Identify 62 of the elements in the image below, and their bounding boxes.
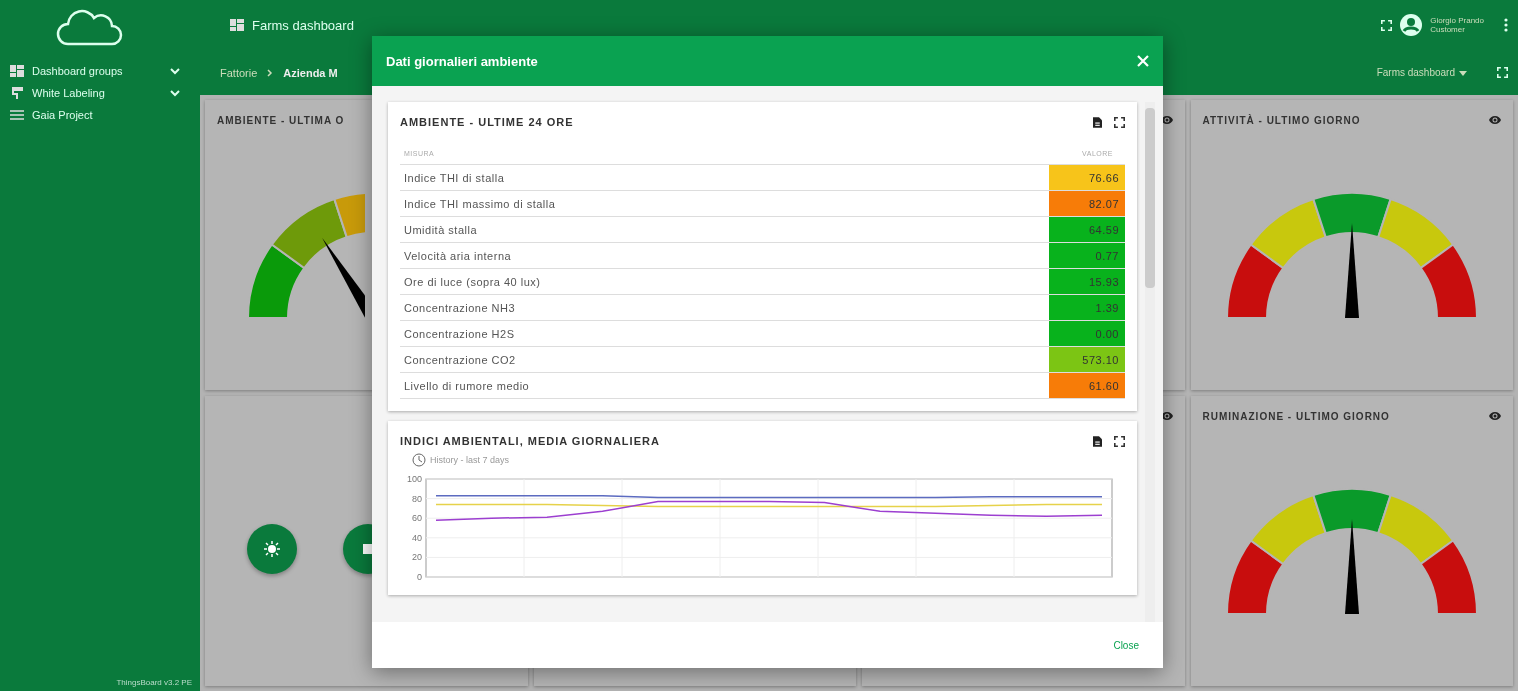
sun-icon — [264, 541, 280, 557]
clock-icon — [412, 453, 426, 467]
avatar-icon[interactable] — [1400, 14, 1423, 36]
file-icon[interactable] — [1093, 116, 1102, 128]
table-cell: Indice THI di stalla — [400, 164, 1049, 191]
sidebar-item[interactable]: White Labeling — [0, 84, 200, 102]
time-range-label: History - last 7 days — [430, 455, 510, 465]
axis-tick-label: 100 — [406, 474, 422, 484]
breadcrumb-item[interactable]: Fattorie — [220, 66, 258, 79]
user-role: Customer — [1430, 25, 1466, 34]
paint-roller-icon — [10, 87, 24, 99]
dashboard-icon — [230, 19, 244, 31]
eye-icon[interactable] — [1489, 412, 1501, 420]
more-icon[interactable] — [1504, 18, 1508, 32]
chevron-right-icon — [267, 68, 274, 77]
dialog-title: Dati giornalieri ambiente — [386, 53, 539, 69]
value-cell: 0.00 — [1049, 320, 1125, 347]
axis-tick-label: 40 — [412, 532, 422, 543]
scrollbar[interactable] — [1145, 102, 1155, 622]
file-icon[interactable] — [1093, 435, 1102, 447]
value-cell: 64.59 — [1049, 216, 1125, 243]
sidebar-item[interactable]: Gaia Project — [0, 106, 200, 124]
fullscreen-icon[interactable] — [1114, 435, 1125, 447]
value-cell: 0.77 — [1049, 242, 1125, 269]
table-cell: Indice THI massimo di stalla — [400, 190, 1049, 217]
value-cell: 573.10 — [1049, 346, 1125, 373]
caret-icon — [1459, 71, 1467, 76]
table-cell: Umidità stalla — [400, 216, 1049, 243]
eye-icon[interactable] — [1489, 116, 1501, 124]
widget-title: AMBIENTE - ULTIME 24 ORE — [400, 116, 575, 128]
widget-title: INDICI AMBIENTALI, MEDIA GIORNALIERA — [400, 435, 661, 447]
table-cell: Concentrazione H2S — [400, 320, 1049, 347]
page-title: Farms dashboard — [252, 17, 354, 33]
table-cell: Livello di rumore medio — [400, 372, 1049, 399]
sun-button[interactable] — [247, 524, 297, 574]
axis-tick-label: 80 — [412, 493, 422, 504]
version-label: ThingsBoard v3.2 PE — [116, 678, 193, 687]
dashboard-select[interactable]: Farms dashboard — [1376, 67, 1467, 78]
user-name: Giorgio Prando — [1430, 16, 1484, 25]
fullscreen-icon[interactable] — [1114, 116, 1125, 128]
value-cell: 15.93 — [1049, 268, 1125, 295]
menu-icon — [10, 109, 24, 121]
axis-tick-label: 60 — [412, 513, 422, 524]
axis-tick-label: 20 — [412, 552, 422, 563]
value-cell: 1.39 — [1049, 294, 1125, 321]
dashboard-icon — [10, 65, 24, 77]
card-title: ATTIVITÀ - ULTIMO GIORNO — [1202, 114, 1361, 126]
table-cell: Velocità aria interna — [400, 242, 1049, 269]
table-cell: Concentrazione CO2 — [400, 346, 1049, 373]
table-cell: Concentrazione NH3 — [400, 294, 1049, 321]
value-cell: 82.07 — [1049, 190, 1125, 217]
breadcrumb-item[interactable]: Azienda M — [283, 66, 338, 79]
chevron-down-icon — [170, 67, 180, 75]
chevron-down-icon — [170, 89, 180, 97]
card-title: RUMINAZIONE - ULTIMO GIORNO — [1202, 410, 1390, 422]
axis-tick-label: 0 — [417, 572, 422, 582]
close-button[interactable]: Close — [1107, 638, 1145, 652]
value-cell: 61.60 — [1049, 372, 1125, 399]
card-title: AMBIENTE - ULTIMA O — [217, 114, 345, 126]
table-cell: Ore di luce (sopra 40 lux) — [400, 268, 1049, 295]
value-cell: 76.66 — [1049, 164, 1125, 191]
sidebar-item[interactable]: Dashboard groups — [0, 62, 200, 80]
